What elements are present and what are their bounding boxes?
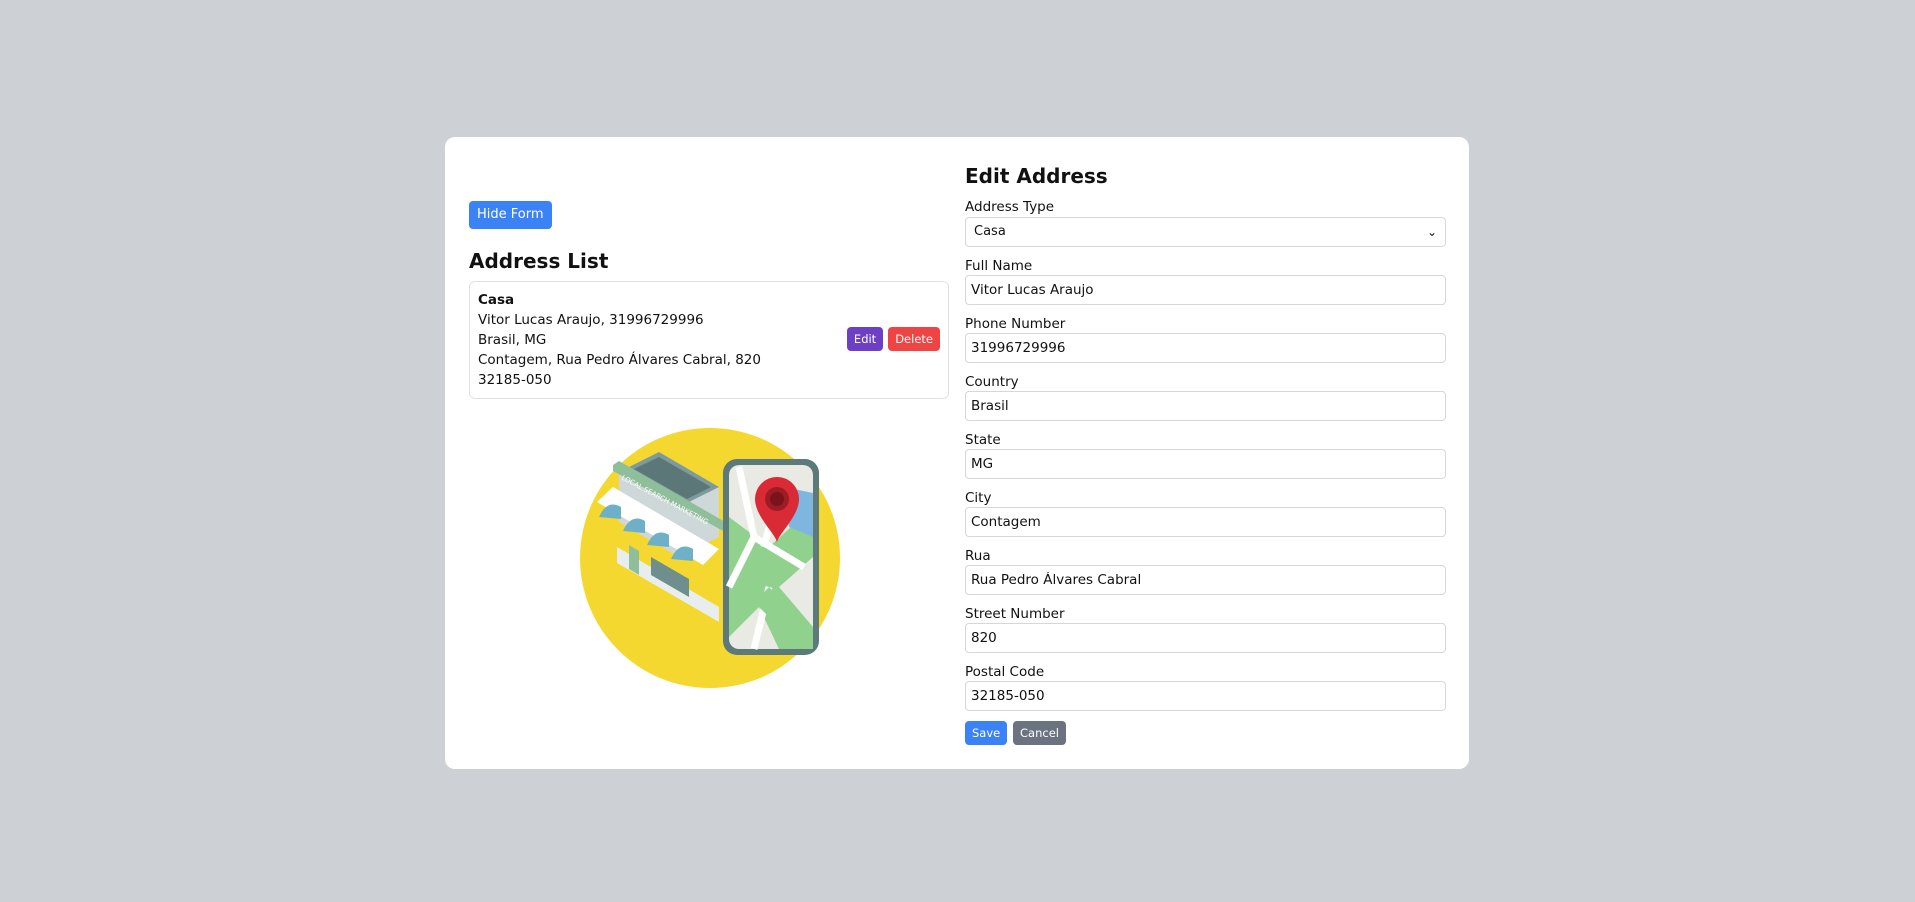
address-type-value: Casa (974, 224, 1006, 239)
address-list-item: Casa Vitor Lucas Araujo, 31996729996 Bra… (469, 281, 949, 399)
address-type-label: Address Type (965, 199, 1055, 215)
address-city-street: Contagem, Rua Pedro Álvares Cabral, 820 (478, 352, 761, 368)
full-name-label: Full Name (965, 258, 1033, 274)
street-number-input[interactable] (965, 623, 1446, 653)
street-label: Rua (965, 548, 991, 564)
postal-code-input[interactable] (965, 681, 1446, 711)
street-number-label: Street Number (965, 606, 1065, 622)
state-input[interactable] (965, 449, 1446, 479)
country-input[interactable] (965, 391, 1446, 421)
address-card-container: Hide Form Address List Casa Vitor Lucas … (445, 137, 1469, 769)
postal-code-label: Postal Code (965, 664, 1045, 680)
store-map-pin-illustration: LOCAL SEARCH MARKETING (580, 428, 840, 688)
save-button[interactable]: Save (965, 721, 1008, 745)
country-label: Country (965, 374, 1019, 390)
delete-address-button[interactable]: Delete (888, 327, 940, 351)
address-type-text: Casa (478, 292, 515, 308)
address-postal: 32185-050 (478, 372, 552, 388)
city-label: City (965, 490, 992, 506)
hide-form-button[interactable]: Hide Form (469, 201, 552, 229)
address-list-title: Address List (469, 249, 609, 273)
street-input[interactable] (965, 565, 1446, 595)
phone-input[interactable] (965, 333, 1446, 363)
full-name-input[interactable] (965, 275, 1446, 305)
phone-map-icon (723, 459, 819, 655)
address-type-select[interactable]: Casa ⌄ (965, 217, 1446, 247)
city-input[interactable] (965, 507, 1446, 537)
phone-label: Phone Number (965, 316, 1066, 332)
state-label: State (965, 432, 1001, 448)
form-title: Edit Address (965, 164, 1108, 188)
edit-address-button[interactable]: Edit (846, 327, 884, 351)
chevron-down-icon: ⌄ (1426, 225, 1437, 239)
cancel-button[interactable]: Cancel (1013, 721, 1066, 745)
